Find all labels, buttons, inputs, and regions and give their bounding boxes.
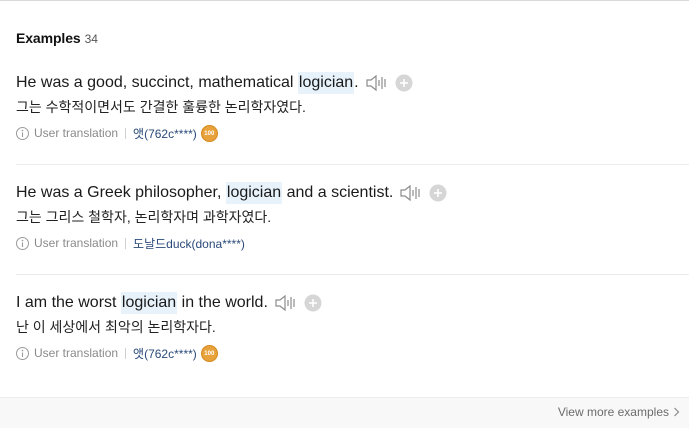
example-translation: 그는 수학적이면서도 간결한 훌륭한 논리학자였다. <box>16 99 306 115</box>
source-label: User translation <box>34 126 119 140</box>
sentence-text: He was a good, succinct, mathematical <box>16 74 298 91</box>
sentence-text: . <box>354 74 359 91</box>
divider <box>16 164 689 165</box>
examples-panel: Examples 34 He was a good, succinct, math… <box>0 1 689 428</box>
example-sentence: He was a good, succinct, mathematical lo… <box>16 72 689 94</box>
info-icon[interactable] <box>16 236 29 250</box>
plus-circle-icon[interactable] <box>429 184 447 202</box>
example-translation: 그는 그리스 철학자, 논리학자며 과학자였다. <box>16 209 272 225</box>
example-meta: User translation 앳(762c****) 100 <box>16 344 689 362</box>
info-icon[interactable] <box>16 126 29 140</box>
example-meta: User translation 도날드duck(dona****) <box>16 234 689 252</box>
user-level-badge: 100 <box>200 344 218 362</box>
examples-footer: View more examples <box>0 397 689 428</box>
view-more-label: View more examples <box>557 405 669 419</box>
highlighted-word[interactable]: logician <box>297 72 355 94</box>
divider <box>125 237 127 249</box>
example-item: He was a Greek philosopher, logician and… <box>16 182 689 252</box>
sentence-text: and a scientist. <box>282 184 394 201</box>
sentence-text: I am the worst <box>16 294 121 311</box>
example-sentence: He was a Greek philosopher, logician and… <box>16 182 689 204</box>
speaker-icon[interactable] <box>399 183 423 203</box>
example-sentence: I am the worst logician in the world. <box>16 292 689 314</box>
example-translation: 난 이 세상에서 최악의 논리학자다. <box>16 319 216 335</box>
highlighted-word[interactable]: logician <box>120 292 178 314</box>
speaker-icon[interactable] <box>365 73 389 93</box>
source-label: User translation <box>34 346 119 360</box>
speaker-icon[interactable] <box>274 293 298 313</box>
user-level-badge: 100 <box>200 124 218 142</box>
example-item: He was a good, succinct, mathematical lo… <box>16 72 689 142</box>
examples-title: Examples <box>16 30 81 46</box>
chevron-right-icon <box>674 407 680 417</box>
source-label: User translation <box>34 236 119 250</box>
user-link[interactable]: 앳(762c****) <box>133 345 197 362</box>
divider <box>125 347 127 359</box>
plus-circle-icon[interactable] <box>304 294 322 312</box>
example-meta: User translation 앳(762c****) 100 <box>16 124 689 142</box>
sentence-text: in the world. <box>177 294 268 311</box>
user-link[interactable]: 앳(762c****) <box>133 125 197 142</box>
view-more-examples-link[interactable]: View more examples <box>558 405 680 419</box>
info-icon[interactable] <box>16 346 29 360</box>
divider <box>125 127 127 139</box>
divider <box>16 274 689 275</box>
plus-circle-icon[interactable] <box>395 74 413 92</box>
examples-header: Examples 34 <box>16 30 98 48</box>
user-link[interactable]: 도날드duck(dona****) <box>133 235 245 252</box>
examples-count: 34 <box>84 32 98 46</box>
highlighted-word[interactable]: logician <box>225 182 283 204</box>
sentence-text: He was a Greek philosopher, <box>16 184 226 201</box>
example-item: I am the worst logician in the world. 난 … <box>16 292 689 362</box>
